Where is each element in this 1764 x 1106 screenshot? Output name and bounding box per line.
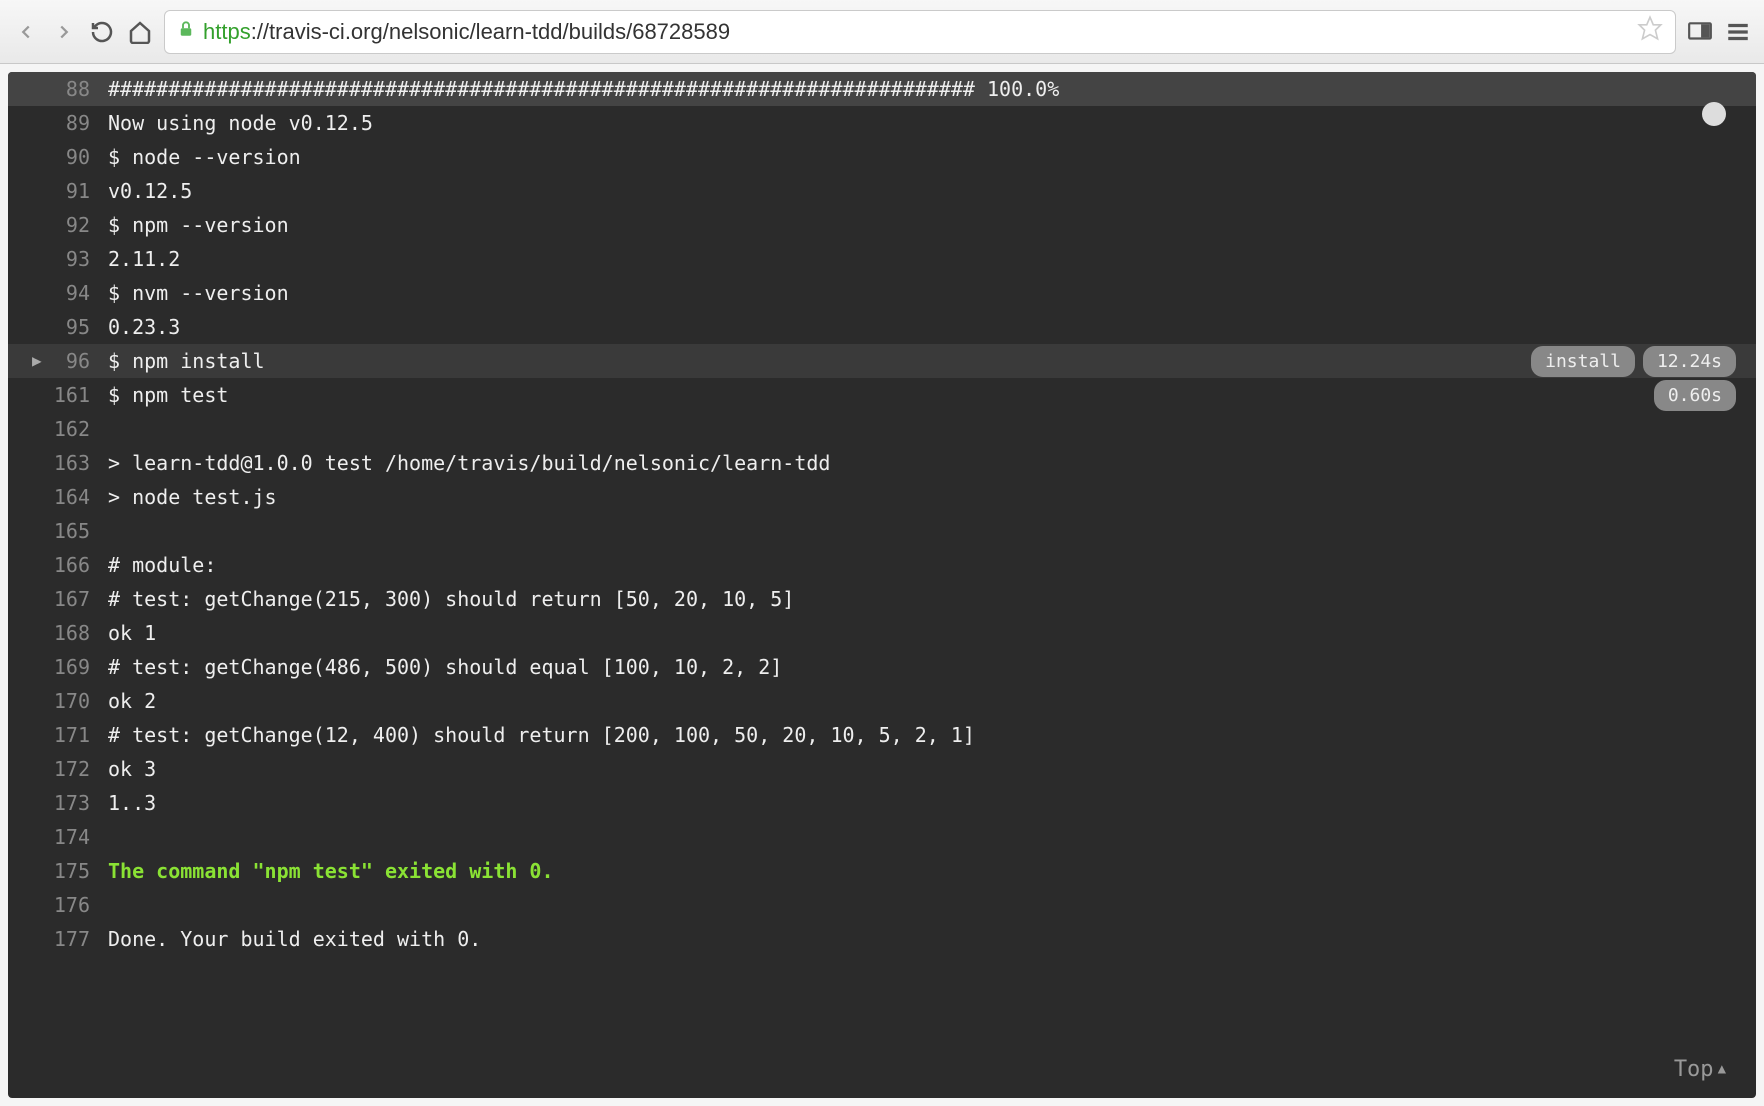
log-line: 170ok 2 — [8, 684, 1756, 718]
log-line: 168ok 1 — [8, 616, 1756, 650]
log-line: 89Now using node v0.12.5 — [8, 106, 1756, 140]
line-number: 161 — [8, 380, 108, 410]
caret-up-icon: ▲ — [1718, 1059, 1726, 1080]
log-line: 163> learn-tdd@1.0.0 test /home/travis/b… — [8, 446, 1756, 480]
line-content: > learn-tdd@1.0.0 test /home/travis/buil… — [108, 448, 1756, 478]
log-line: 932.11.2 — [8, 242, 1756, 276]
line-content: ok 3 — [108, 754, 1756, 784]
line-content: $ nvm --version — [108, 278, 1756, 308]
line-number: 91 — [8, 176, 108, 206]
url-text: https://travis-ci.org/nelsonic/learn-tdd… — [203, 19, 1629, 45]
line-number: 89 — [8, 108, 108, 138]
log-line: 161$ npm test0.60s — [8, 378, 1756, 412]
line-number: 176 — [8, 890, 108, 920]
forward-button[interactable] — [50, 18, 78, 46]
line-number: 92 — [8, 210, 108, 240]
log-line: 169# test: getChange(486, 500) should eq… — [8, 650, 1756, 684]
line-number: 163 — [8, 448, 108, 478]
log-line: 176 — [8, 888, 1756, 922]
line-content: $ node --version — [108, 142, 1756, 172]
line-number: 169 — [8, 652, 108, 682]
scroll-to-top-button[interactable]: Top ▲ — [1674, 1053, 1726, 1086]
fold-arrow-icon[interactable]: ▶ — [32, 349, 42, 373]
line-content: 1..3 — [108, 788, 1756, 818]
reload-button[interactable] — [88, 18, 116, 46]
line-number: 90 — [8, 142, 108, 172]
log-line: 165 — [8, 514, 1756, 548]
cast-icon[interactable] — [1686, 18, 1714, 46]
log-line: 162 — [8, 412, 1756, 446]
log-line: 91v0.12.5 — [8, 174, 1756, 208]
line-content: $ npm test — [108, 380, 1756, 410]
log-line: 92$ npm --version — [8, 208, 1756, 242]
line-number: 175 — [8, 856, 108, 886]
line-number: 164 — [8, 482, 108, 512]
line-number: 96 — [8, 346, 108, 376]
line-number: 167 — [8, 584, 108, 614]
line-badges: 0.60s — [1654, 380, 1736, 411]
log-line: 1731..3 — [8, 786, 1756, 820]
url-bar[interactable]: https://travis-ci.org/nelsonic/learn-tdd… — [164, 10, 1676, 54]
home-button[interactable] — [126, 18, 154, 46]
line-content: ok 2 — [108, 686, 1756, 716]
line-number: 171 — [8, 720, 108, 750]
line-number: 95 — [8, 312, 108, 342]
log-line: 174 — [8, 820, 1756, 854]
bookmark-star-icon[interactable] — [1637, 15, 1663, 48]
log-line: 167# test: getChange(215, 300) should re… — [8, 582, 1756, 616]
log-line: 950.23.3 — [8, 310, 1756, 344]
log-line: 172ok 3 — [8, 752, 1756, 786]
browser-toolbar: https://travis-ci.org/nelsonic/learn-tdd… — [0, 0, 1764, 64]
lock-icon — [177, 20, 195, 43]
line-content: $ npm --version — [108, 210, 1756, 240]
line-number: 168 — [8, 618, 108, 648]
log-line: 171# test: getChange(12, 400) should ret… — [8, 718, 1756, 752]
line-content: ########################################… — [108, 74, 1756, 104]
scroll-indicator-icon — [1702, 102, 1726, 126]
line-content: 2.11.2 — [108, 244, 1756, 274]
line-number: 166 — [8, 550, 108, 580]
line-content: # module: — [108, 550, 1756, 580]
log-line: 88######################################… — [8, 72, 1756, 106]
line-number: 177 — [8, 924, 108, 954]
log-line: 94$ nvm --version — [8, 276, 1756, 310]
fold-label-badge: install — [1531, 346, 1635, 377]
hamburger-menu-icon[interactable] — [1724, 18, 1752, 46]
line-number: 173 — [8, 788, 108, 818]
back-button[interactable] — [12, 18, 40, 46]
build-log[interactable]: 88######################################… — [8, 72, 1756, 1098]
line-number: 88 — [8, 74, 108, 104]
line-content: 0.23.3 — [108, 312, 1756, 342]
log-line: 175The command "npm test" exited with 0. — [8, 854, 1756, 888]
log-line: ▶96$ npm installinstall 12.24s — [8, 344, 1756, 378]
line-content: v0.12.5 — [108, 176, 1756, 206]
line-content: The command "npm test" exited with 0. — [108, 856, 1756, 886]
line-content: Now using node v0.12.5 — [108, 108, 1756, 138]
log-line: 90$ node --version — [8, 140, 1756, 174]
line-content: # test: getChange(12, 400) should return… — [108, 720, 1756, 750]
line-content: # test: getChange(486, 500) should equal… — [108, 652, 1756, 682]
line-number: 93 — [8, 244, 108, 274]
line-badges: install 12.24s — [1531, 346, 1736, 377]
line-content: Done. Your build exited with 0. — [108, 924, 1756, 954]
log-line: 164> node test.js — [8, 480, 1756, 514]
line-number: 170 — [8, 686, 108, 716]
line-content: ok 1 — [108, 618, 1756, 648]
line-content: $ npm install — [108, 346, 1756, 376]
duration-badge: 0.60s — [1654, 380, 1736, 411]
line-content: > node test.js — [108, 482, 1756, 512]
line-number: 174 — [8, 822, 108, 852]
log-line: 177Done. Your build exited with 0. — [8, 922, 1756, 956]
line-number: 94 — [8, 278, 108, 308]
line-content: # test: getChange(215, 300) should retur… — [108, 584, 1756, 614]
duration-badge: 12.24s — [1643, 346, 1736, 377]
line-number: 162 — [8, 414, 108, 444]
log-line: 166# module: — [8, 548, 1756, 582]
line-number: 172 — [8, 754, 108, 784]
line-number: 165 — [8, 516, 108, 546]
